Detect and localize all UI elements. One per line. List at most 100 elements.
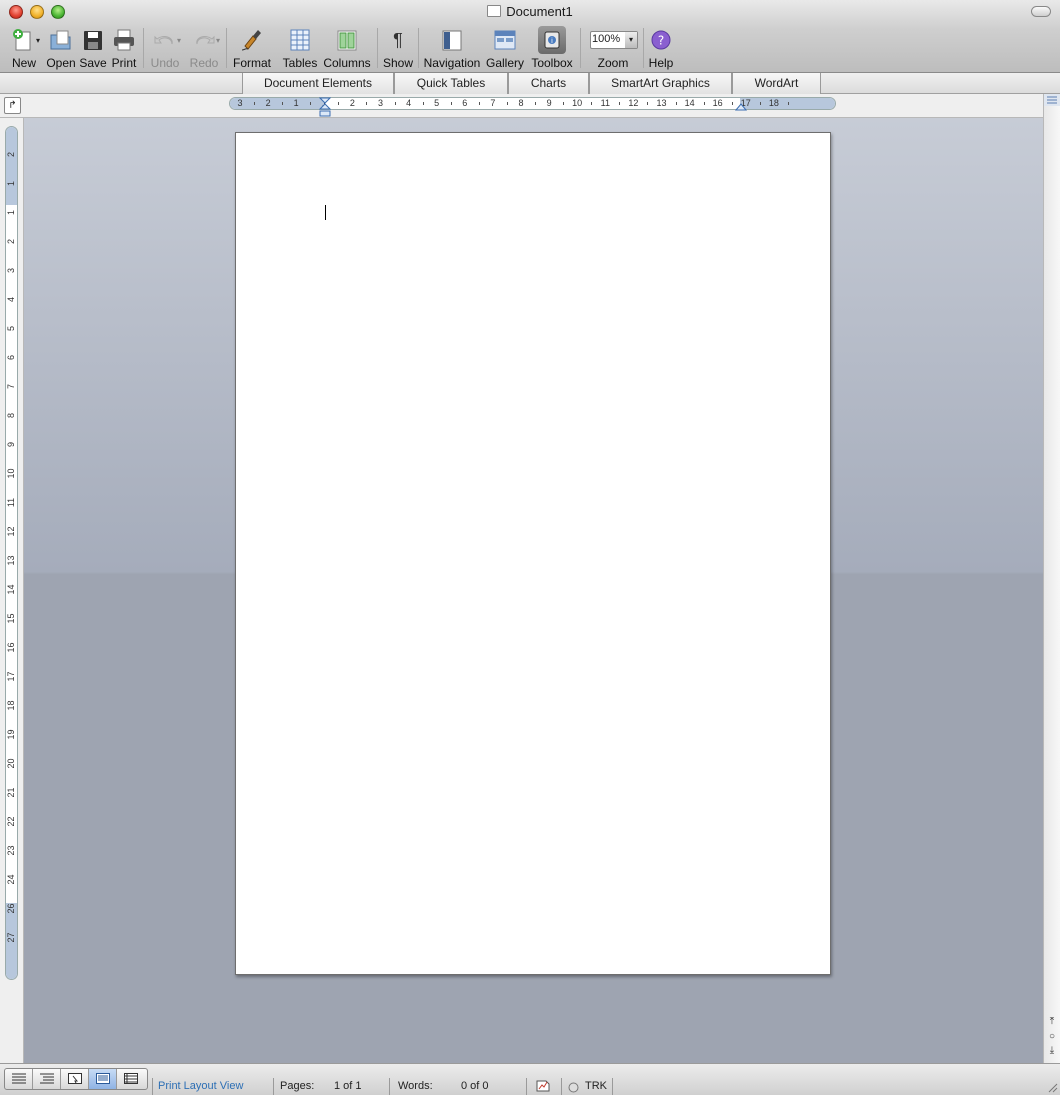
- format-button[interactable]: Format: [232, 26, 272, 72]
- toolbox-icon: i: [538, 26, 566, 54]
- browse-object-icon[interactable]: ○: [1046, 1031, 1058, 1043]
- ruler-number: 14: [684, 98, 695, 108]
- status-separator: [389, 1078, 390, 1095]
- ruler-number: 27: [6, 932, 16, 943]
- undo-button[interactable]: Undo: [148, 26, 182, 72]
- view-switcher: [4, 1068, 148, 1090]
- next-page-icon[interactable]: ⤓: [1046, 1045, 1058, 1057]
- window-title: Document1: [0, 4, 1060, 19]
- ruler-number: 10: [6, 468, 16, 479]
- ruler-tick: [563, 102, 565, 105]
- save-disk-icon: [80, 26, 106, 54]
- ruler-tick: [254, 102, 256, 105]
- ruler-number: 2: [349, 98, 355, 108]
- tab-document-elements[interactable]: Document Elements: [242, 73, 394, 94]
- open-button[interactable]: Open: [45, 26, 77, 72]
- paintbrush-icon: [239, 26, 265, 54]
- redo-dropdown-icon[interactable]: ▾: [216, 36, 220, 45]
- undo-label: Undo: [150, 56, 180, 70]
- columns-button[interactable]: Columns: [323, 26, 371, 72]
- new-button[interactable]: New: [8, 26, 40, 72]
- pages-value[interactable]: 1 of 1: [334, 1080, 362, 1092]
- split-view-handle[interactable]: [1044, 94, 1060, 106]
- previous-page-icon[interactable]: ⤒: [1046, 1016, 1058, 1028]
- ruler-tick: [703, 102, 705, 105]
- track-changes-label[interactable]: TRK: [585, 1080, 607, 1092]
- spelling-grammar-icon[interactable]: [535, 1078, 553, 1093]
- tab-wordart[interactable]: WordArt: [732, 73, 821, 94]
- ruler-tick: [366, 102, 368, 105]
- ruler-number: 3: [377, 98, 384, 108]
- zoom-select[interactable]: 100% ▾: [588, 26, 638, 54]
- document-workspace[interactable]: [24, 118, 1043, 1063]
- print-layout-icon: [96, 1073, 110, 1084]
- save-button[interactable]: Save: [78, 26, 108, 72]
- redo-arrow-icon: [191, 26, 217, 54]
- status-separator: [526, 1078, 527, 1095]
- ruler-number: 6: [6, 355, 16, 361]
- toolbox-button[interactable]: i Toolbox: [530, 26, 574, 72]
- tab-smartart-graphics[interactable]: SmartArt Graphics: [589, 73, 732, 94]
- ruler-number: 2: [6, 152, 16, 158]
- ruler-number: 1: [6, 181, 16, 187]
- tab-quick-tables[interactable]: Quick Tables: [394, 73, 508, 94]
- ruler-number: 26: [6, 903, 16, 914]
- track-changes-indicator-icon: [568, 1082, 579, 1093]
- words-value[interactable]: 0 of 0: [461, 1080, 489, 1092]
- words-label: Words:: [398, 1080, 433, 1092]
- resize-grip-icon[interactable]: [1046, 1081, 1058, 1093]
- ruler-number: 4: [406, 98, 412, 108]
- right-indent-marker[interactable]: [735, 102, 747, 112]
- tab-charts[interactable]: Charts: [508, 73, 589, 94]
- columns-icon: [334, 26, 360, 54]
- ruler-number: 7: [6, 384, 16, 390]
- print-button[interactable]: Print: [109, 26, 139, 72]
- horizontal-ruler-bar: ↱ 3211234567891011121314161718: [0, 94, 1060, 118]
- navigation-button[interactable]: Navigation: [423, 26, 481, 72]
- ruler-number: 20: [6, 758, 16, 769]
- open-folder-icon: [48, 26, 74, 54]
- gallery-icon: [492, 26, 518, 54]
- print-layout-view-button[interactable]: [89, 1069, 117, 1089]
- status-separator: [152, 1078, 153, 1095]
- show-button[interactable]: ¶ Show: [382, 26, 414, 72]
- toolbar-separator: [643, 28, 644, 68]
- ruler-number: 18: [768, 98, 779, 108]
- ruler-number: 19: [6, 729, 16, 740]
- first-line-indent-marker[interactable]: [319, 97, 331, 119]
- svg-text:i: i: [551, 37, 553, 45]
- pages-label: Pages:: [280, 1080, 315, 1092]
- elements-gallery-tabs: Document Elements Quick Tables Charts Sm…: [0, 73, 1060, 94]
- ruler-number: 22: [6, 816, 16, 827]
- ruler-number: 23: [6, 845, 16, 856]
- vertical-ruler[interactable]: 2 1 1 2 3 4 5 6 7 8 9 10 11 12 13 14 15 16 17 18 19 20 21 22 23 2…: [5, 126, 18, 980]
- draft-view-button[interactable]: [5, 1069, 33, 1089]
- undo-dropdown-icon[interactable]: ▾: [177, 36, 181, 45]
- document-page[interactable]: [235, 132, 831, 975]
- publishing-layout-icon: [68, 1073, 82, 1084]
- ruler-number: 9: [546, 98, 552, 108]
- new-dropdown-icon[interactable]: ▾: [36, 36, 40, 45]
- ruler-number: 13: [6, 555, 16, 566]
- redo-button[interactable]: Redo: [187, 26, 221, 72]
- publishing-layout-view-button[interactable]: [61, 1069, 89, 1089]
- help-button[interactable]: ? Help: [647, 26, 675, 72]
- toolbar-separator: [580, 28, 581, 68]
- ruler-number: 3: [6, 268, 16, 274]
- zoom-value: 100%: [592, 33, 621, 45]
- status-bar: Print Layout View Pages: 1 of 1 Words: 0…: [0, 1063, 1060, 1095]
- toolbar-toggle-button[interactable]: [1031, 6, 1051, 17]
- document-icon: [487, 5, 502, 17]
- new-document-icon: [11, 26, 37, 54]
- gallery-button[interactable]: Gallery: [486, 26, 524, 72]
- outline-view-button[interactable]: [33, 1069, 61, 1089]
- printer-icon: [111, 26, 137, 54]
- ruler-tick: [422, 102, 424, 105]
- tables-button[interactable]: Tables: [282, 26, 318, 72]
- vertical-scrollbar[interactable]: ⤒ ○ ⤓: [1043, 94, 1060, 1063]
- notebook-layout-view-button[interactable]: [117, 1069, 147, 1089]
- show-label: Show: [382, 56, 414, 70]
- ruler-number: 1: [293, 98, 299, 108]
- tab-stop-selector[interactable]: ↱: [4, 97, 21, 114]
- ruler-number: 4: [6, 297, 16, 303]
